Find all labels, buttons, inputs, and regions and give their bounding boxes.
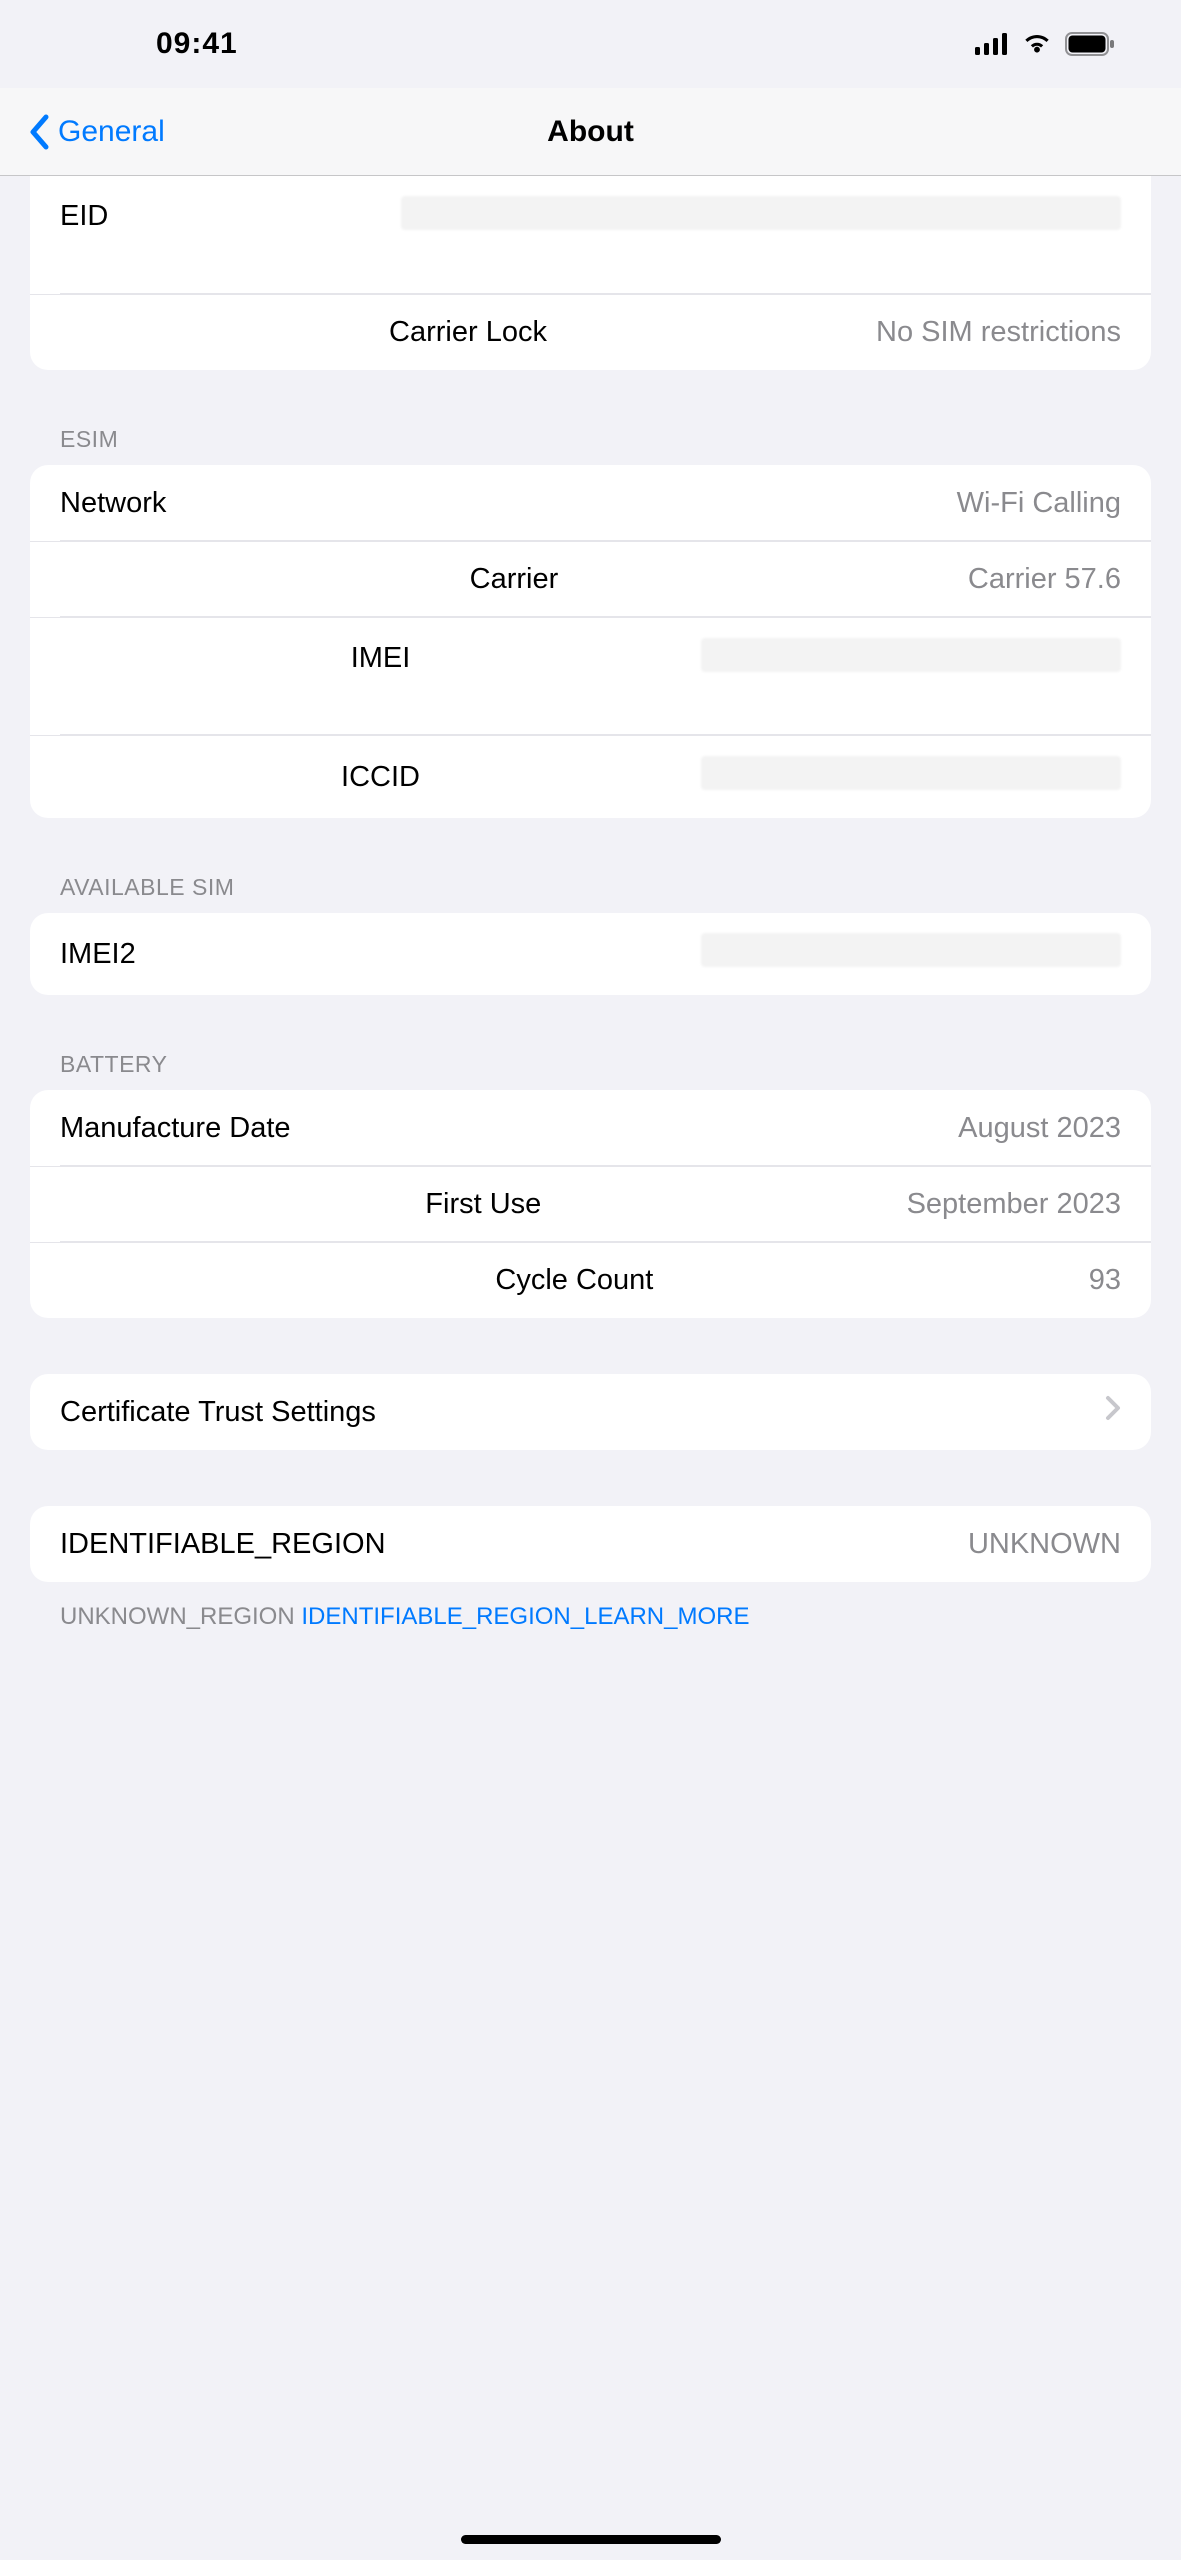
nav-bar: General About <box>0 88 1181 176</box>
value-iccid <box>701 756 1121 798</box>
redacted-imei2 <box>701 933 1121 967</box>
row-imei2[interactable]: IMEI2 <box>30 913 1151 995</box>
battery-icon <box>1065 32 1115 56</box>
value-imei <box>701 638 1121 680</box>
row-iccid[interactable]: ICCID <box>30 735 1151 818</box>
label-carrier: Carrier <box>470 563 559 596</box>
status-bar: 09:41 <box>0 0 1181 88</box>
row-first-use[interactable]: First Use September 2023 <box>30 1166 1151 1242</box>
footer-link[interactable]: IDENTIFIABLE_REGION_LEARN_MORE <box>301 1603 749 1630</box>
header-battery: BATTERY <box>0 995 1181 1090</box>
row-network[interactable]: Network Wi-Fi Calling <box>30 465 1151 541</box>
label-region: IDENTIFIABLE_REGION <box>60 1528 386 1561</box>
label-network: Network <box>60 487 166 520</box>
home-indicator <box>461 2535 721 2544</box>
chevron-left-icon <box>28 114 50 150</box>
group-identifiers: EID Carrier Lock No SIM restrictions <box>30 176 1151 370</box>
wifi-icon <box>1021 32 1053 56</box>
value-first-use: September 2023 <box>907 1188 1121 1221</box>
value-eid <box>401 196 1121 238</box>
label-certificate-trust: Certificate Trust Settings <box>60 1396 376 1429</box>
redacted-eid <box>401 196 1121 230</box>
row-carrier[interactable]: Carrier Carrier 57.6 <box>30 541 1151 617</box>
row-certificate-trust[interactable]: Certificate Trust Settings <box>30 1374 1151 1450</box>
label-imei: IMEI <box>351 642 411 675</box>
footer-text: UNKNOWN_REGION <box>60 1603 301 1630</box>
group-battery: Manufacture Date August 2023 First Use S… <box>30 1090 1151 1318</box>
value-region: UNKNOWN <box>968 1528 1121 1561</box>
value-network: Wi-Fi Calling <box>957 487 1121 520</box>
row-region[interactable]: IDENTIFIABLE_REGION UNKNOWN <box>30 1506 1151 1582</box>
group-esim: Network Wi-Fi Calling Carrier Carrier 57… <box>30 465 1151 818</box>
header-available-sim: AVAILABLE SIM <box>0 818 1181 913</box>
label-cycle-count: Cycle Count <box>495 1264 653 1297</box>
row-manufacture-date[interactable]: Manufacture Date August 2023 <box>30 1090 1151 1166</box>
cellular-icon <box>975 33 1009 55</box>
row-cycle-count[interactable]: Cycle Count 93 <box>30 1242 1151 1318</box>
footer-region: UNKNOWN_REGION IDENTIFIABLE_REGION_LEARN… <box>0 1582 1181 1634</box>
label-eid: EID <box>60 200 108 233</box>
group-certificate: Certificate Trust Settings <box>30 1374 1151 1450</box>
page-title: About <box>547 115 634 149</box>
redacted-iccid <box>701 756 1121 790</box>
header-esim: ESIM <box>0 370 1181 465</box>
label-iccid: ICCID <box>341 761 420 794</box>
back-button[interactable]: General <box>28 114 165 150</box>
label-imei2: IMEI2 <box>60 938 136 971</box>
label-manufacture-date: Manufacture Date <box>60 1112 291 1145</box>
content: EID Carrier Lock No SIM restrictions ESI… <box>0 176 1181 2560</box>
value-cycle-count: 93 <box>1089 1264 1121 1297</box>
row-carrier-lock[interactable]: Carrier Lock No SIM restrictions <box>30 294 1151 370</box>
value-carrier-lock: No SIM restrictions <box>876 316 1121 349</box>
group-available-sim: IMEI2 <box>30 913 1151 995</box>
back-label: General <box>58 115 165 149</box>
chevron-right-icon <box>1105 1395 1121 1429</box>
status-time: 09:41 <box>156 27 238 61</box>
row-eid[interactable]: EID <box>30 176 1151 294</box>
group-region: IDENTIFIABLE_REGION UNKNOWN <box>30 1506 1151 1582</box>
label-carrier-lock: Carrier Lock <box>389 316 547 349</box>
value-carrier: Carrier 57.6 <box>968 563 1121 596</box>
label-first-use: First Use <box>425 1188 541 1221</box>
status-icons <box>975 32 1115 56</box>
row-imei[interactable]: IMEI <box>30 617 1151 735</box>
redacted-imei <box>701 638 1121 672</box>
value-imei2 <box>701 933 1121 975</box>
value-manufacture-date: August 2023 <box>958 1112 1121 1145</box>
